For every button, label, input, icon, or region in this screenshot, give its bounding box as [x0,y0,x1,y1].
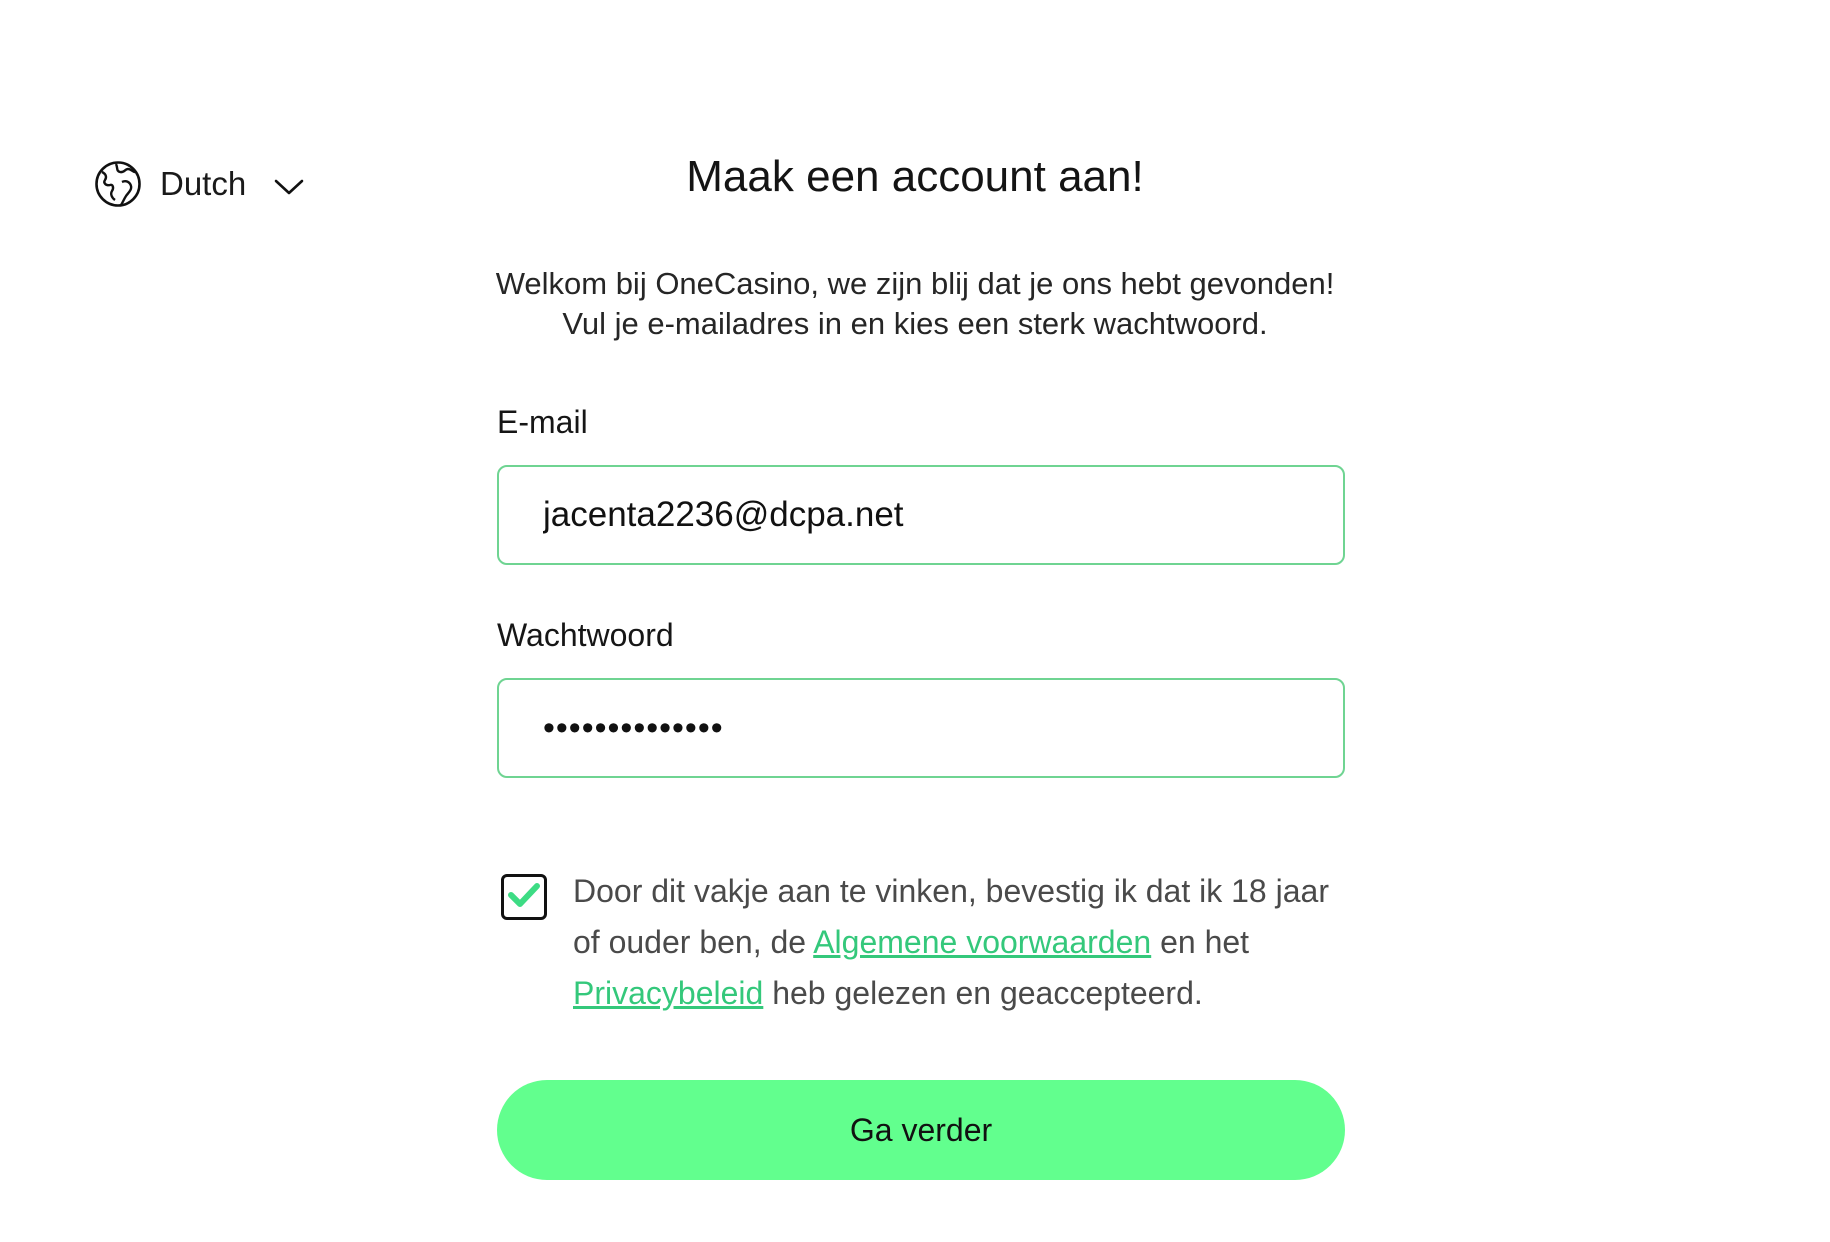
signup-page: Dutch Maak een account aan! Welkom bij O… [0,0,1830,1242]
consent-text-middle: en het [1151,924,1250,960]
email-field-container [497,465,1345,565]
password-field[interactable] [543,708,1303,748]
password-label: Wachtwoord [497,617,674,653]
page-title: Maak een account aan! [686,152,1144,201]
signup-form: E-mail Wachtwoord [497,404,1345,778]
welcome-line-2: Vul je e-mailadres in en kies een sterk … [562,306,1268,341]
continue-button[interactable]: Ga verder [497,1080,1345,1180]
welcome-line-1: Welkom bij OneCasino, we zijn blij dat j… [495,266,1335,301]
checkmark-icon [507,881,541,914]
email-field[interactable] [543,495,1303,535]
privacy-link[interactable]: Privacybeleid [573,975,763,1011]
consent-text-after: heb gelezen en geaccepteerd. [763,975,1203,1011]
terms-link[interactable]: Algemene voorwaarden [813,924,1151,960]
age-terms-consent: Door dit vakje aan te vinken, bevestig i… [501,873,1345,1019]
password-field-container [497,678,1345,778]
password-label-wrap: Wachtwoord [497,617,1345,654]
consent-checkbox[interactable] [501,874,547,920]
consent-text: Door dit vakje aan te vinken, bevestig i… [573,866,1345,1019]
email-label: E-mail [497,404,588,440]
welcome-text: Welkom bij OneCasino, we zijn blij dat j… [0,264,1830,344]
